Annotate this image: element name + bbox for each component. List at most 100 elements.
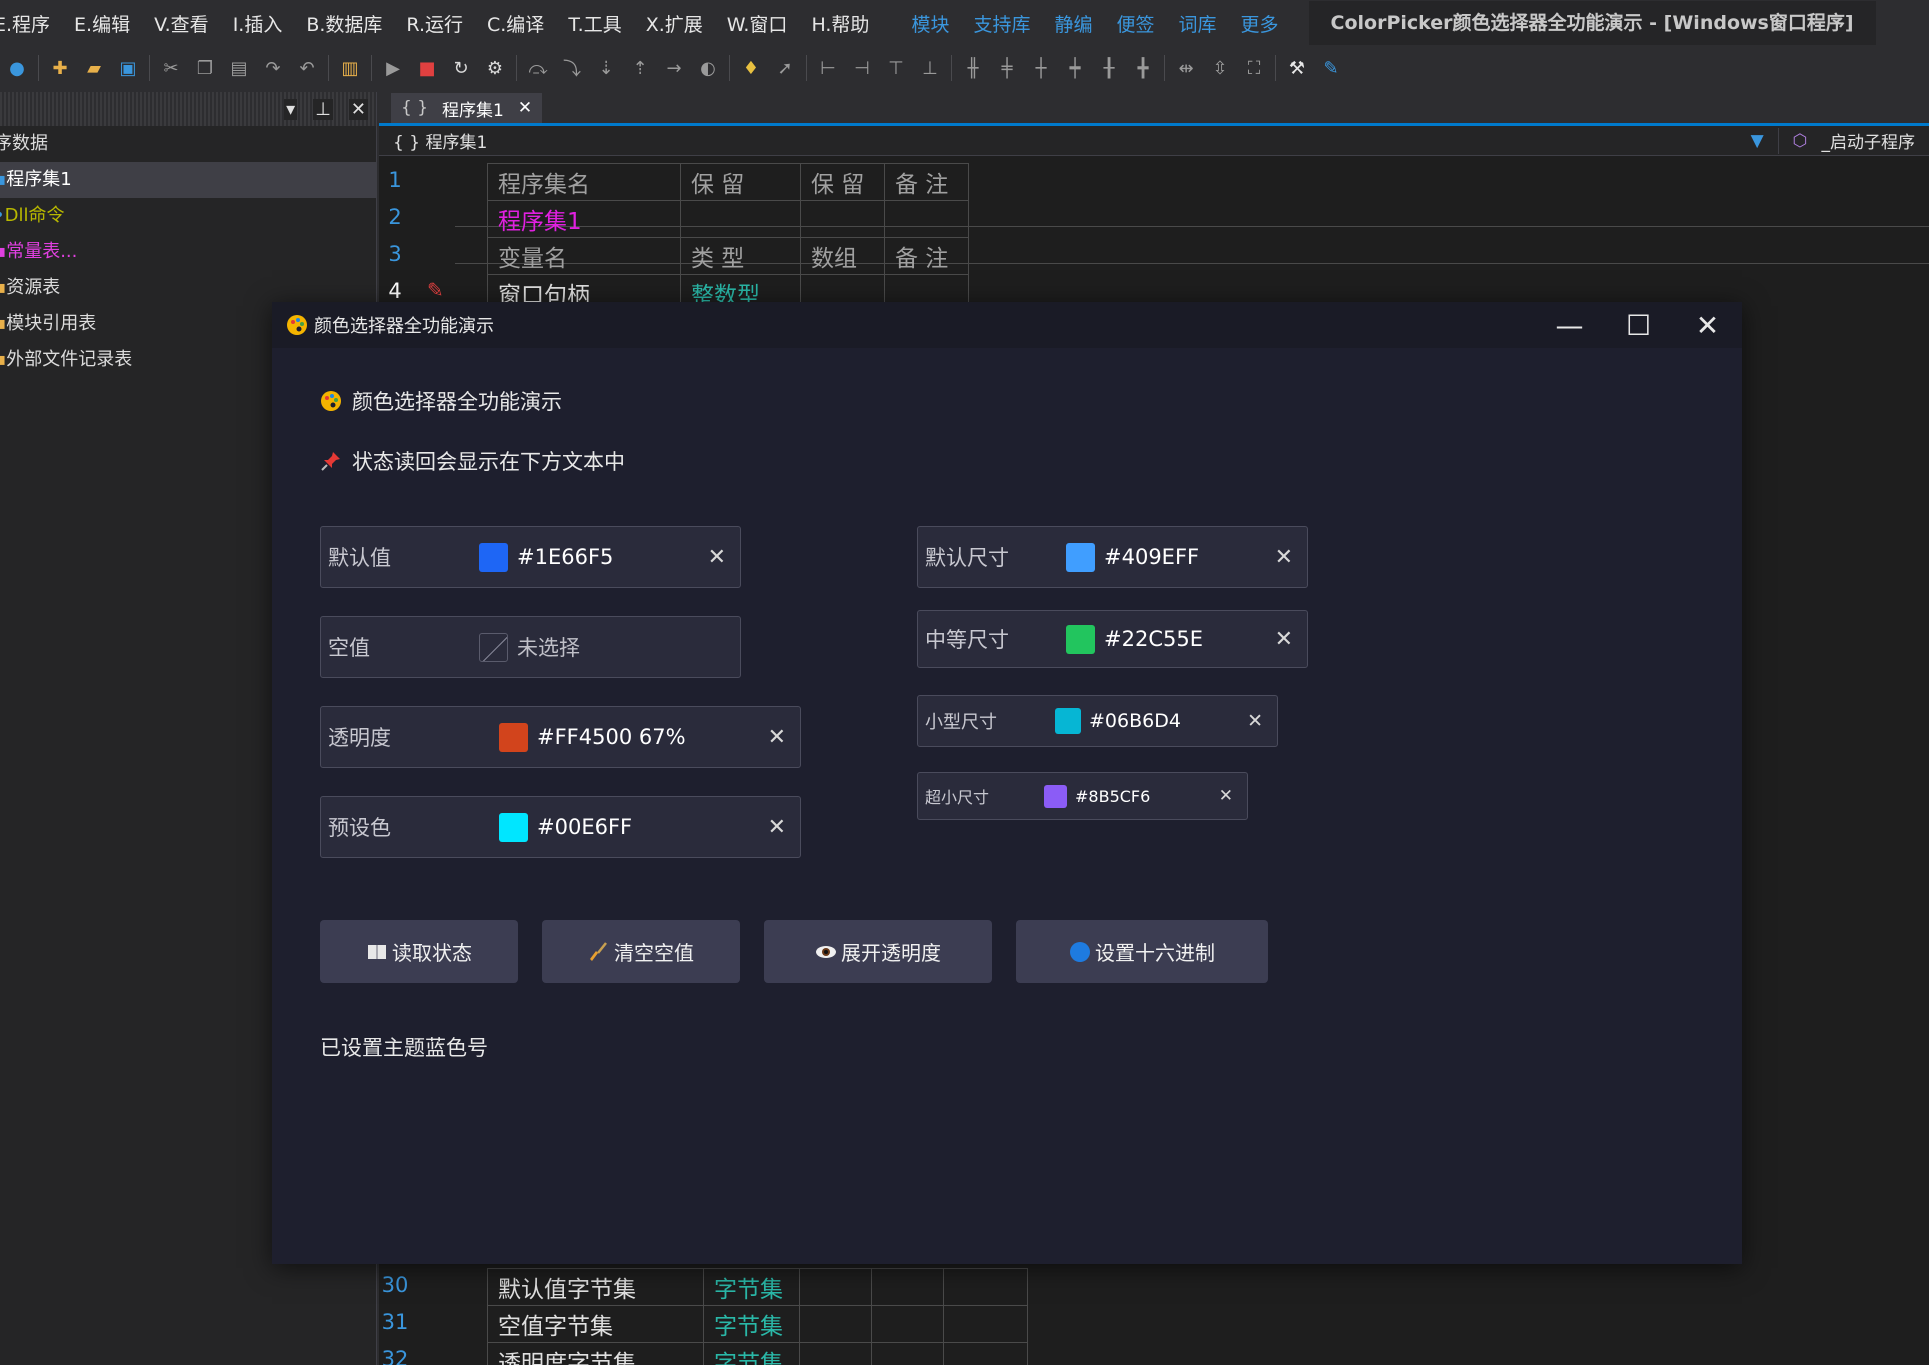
tree-item-constants[interactable]: ▪常量表... bbox=[0, 234, 376, 270]
empty-swatch-icon[interactable] bbox=[479, 632, 508, 662]
run-to-cursor-icon[interactable]: → bbox=[657, 51, 691, 85]
stop-icon[interactable]: ■ bbox=[410, 51, 444, 85]
menu-run[interactable]: R.运行 bbox=[394, 10, 475, 37]
color-swatch[interactable] bbox=[499, 812, 528, 842]
panel-close-icon[interactable]: ✕ bbox=[348, 98, 368, 120]
table-cell[interactable]: 字节集 bbox=[703, 1305, 800, 1343]
open-folder-icon[interactable]: ▰ bbox=[77, 51, 111, 85]
table-cell[interactable] bbox=[943, 1342, 1028, 1365]
color-swatch[interactable] bbox=[1066, 542, 1095, 572]
tree-item-dll-commands[interactable]: •Dll命令 bbox=[0, 198, 376, 234]
clear-icon[interactable]: ✕ bbox=[1247, 710, 1263, 732]
table-cell[interactable] bbox=[871, 1305, 944, 1343]
table-cell[interactable] bbox=[871, 1342, 944, 1365]
distribute-h-icon[interactable]: ╂ bbox=[1092, 51, 1126, 85]
brush-icon[interactable]: ✎ bbox=[1314, 51, 1348, 85]
align-center-h-icon[interactable]: ╪ bbox=[990, 51, 1024, 85]
color-swatch[interactable] bbox=[1066, 624, 1095, 654]
menu-window[interactable]: W.窗口 bbox=[715, 10, 800, 37]
clear-icon[interactable]: ✕ bbox=[1275, 545, 1293, 570]
run-icon[interactable]: ▶ bbox=[376, 51, 410, 85]
table-cell[interactable]: 备 注 bbox=[884, 163, 969, 201]
link-more[interactable]: 更多 bbox=[1229, 10, 1291, 37]
color-picker-size-small[interactable]: 小型尺寸 #06B6D4 ✕ bbox=[917, 695, 1278, 747]
dropdown-arrow-icon[interactable]: ▼ bbox=[1751, 131, 1764, 151]
color-picker-empty[interactable]: 空值 未选择 bbox=[320, 616, 741, 678]
link-support-libs[interactable]: 支持库 bbox=[961, 10, 1042, 37]
table-cell[interactable]: 保 留 bbox=[800, 163, 885, 201]
align-bottom-icon[interactable]: ⊥ bbox=[913, 51, 947, 85]
menu-extensions[interactable]: X.扩展 bbox=[634, 10, 715, 37]
table-cell[interactable]: 程序集名 bbox=[487, 163, 681, 201]
step-out-icon[interactable]: ⇡ bbox=[623, 51, 657, 85]
clear-icon[interactable]: ✕ bbox=[768, 815, 786, 840]
color-swatch[interactable] bbox=[1044, 784, 1067, 808]
align-top-icon[interactable]: ⊤ bbox=[879, 51, 913, 85]
distribute-v-icon[interactable]: ╋ bbox=[1126, 51, 1160, 85]
table-cell[interactable] bbox=[800, 200, 885, 238]
tab-close-icon[interactable]: ✕ bbox=[518, 98, 532, 118]
maximize-icon[interactable]: ☐ bbox=[1604, 302, 1673, 348]
redo-icon[interactable]: ↷ bbox=[256, 51, 290, 85]
color-picker-size-mini[interactable]: 超小尺寸 #8B5CF6 ✕ bbox=[917, 772, 1248, 820]
table-cell[interactable]: 默认值字节集 bbox=[487, 1268, 704, 1306]
table-cell[interactable]: 空值字节集 bbox=[487, 1305, 704, 1343]
read-state-button[interactable]: 读取状态 bbox=[320, 920, 518, 983]
table-cell[interactable]: 字节集 bbox=[703, 1342, 800, 1365]
back-icon[interactable]: ● bbox=[0, 51, 34, 85]
step-down-icon[interactable]: ⇣ bbox=[589, 51, 623, 85]
table-cell[interactable]: 备 注 bbox=[884, 237, 969, 275]
new-file-icon[interactable]: ✚ bbox=[43, 51, 77, 85]
table-cell[interactable]: 类 型 bbox=[680, 237, 801, 275]
breakpoint-icon[interactable]: ◐ bbox=[691, 51, 725, 85]
undo-icon[interactable]: ↶ bbox=[290, 51, 324, 85]
paste-icon[interactable]: ▤ bbox=[222, 51, 256, 85]
tree-item-resources[interactable]: ▪资源表 bbox=[0, 270, 376, 306]
menu-view[interactable]: V.查看 bbox=[142, 10, 221, 37]
clear-icon[interactable]: ✕ bbox=[1219, 786, 1233, 806]
clear-icon[interactable]: ✕ bbox=[1275, 627, 1293, 652]
table-cell[interactable]: 数组 bbox=[800, 237, 885, 275]
menu-database[interactable]: B.数据库 bbox=[294, 10, 394, 37]
fit-size-icon[interactable]: ⛶ bbox=[1237, 51, 1271, 85]
compile-icon[interactable]: ⚙ bbox=[478, 51, 512, 85]
color-swatch[interactable] bbox=[1055, 708, 1081, 734]
color-swatch[interactable] bbox=[479, 542, 508, 572]
close-icon[interactable]: ✕ bbox=[1673, 302, 1742, 348]
link-notes[interactable]: 便签 bbox=[1104, 10, 1166, 37]
same-width-icon[interactable]: ┼ bbox=[1024, 51, 1058, 85]
table-cell[interactable] bbox=[680, 200, 801, 238]
table-cell[interactable]: 程序集1 bbox=[487, 200, 681, 238]
menu-program[interactable]: E.程序 bbox=[0, 10, 62, 37]
dialog-titlebar[interactable]: 颜色选择器全功能演示 — ☐ ✕ bbox=[272, 302, 1742, 348]
table-cell[interactable]: 字节集 bbox=[703, 1268, 800, 1306]
table-cell[interactable] bbox=[799, 1268, 872, 1306]
table-cell[interactable]: 透明度字节集 bbox=[487, 1342, 704, 1365]
nav-member-selector[interactable]: ▼ ⬡ _启动子程序 bbox=[1751, 127, 1915, 154]
table-cell[interactable] bbox=[943, 1305, 1028, 1343]
nav-scope[interactable]: { } 程序集1 bbox=[393, 128, 487, 153]
table-cell[interactable] bbox=[943, 1268, 1028, 1306]
link-lexicon[interactable]: 词库 bbox=[1167, 10, 1229, 37]
expand-alpha-button[interactable]: 展开透明度 bbox=[764, 920, 992, 983]
pointer-icon[interactable]: ➚ bbox=[768, 51, 802, 85]
save-icon[interactable]: ▣ bbox=[111, 51, 145, 85]
find-icon[interactable]: ▥ bbox=[333, 51, 367, 85]
clear-icon[interactable]: ✕ bbox=[768, 725, 786, 750]
lightbulb-icon[interactable]: ♦ bbox=[734, 51, 768, 85]
tools-icon[interactable]: ⚒ bbox=[1280, 51, 1314, 85]
copy-icon[interactable]: ❐ bbox=[188, 51, 222, 85]
clear-empty-button[interactable]: 清空空值 bbox=[542, 920, 740, 983]
cut-icon[interactable]: ✂ bbox=[154, 51, 188, 85]
menu-help[interactable]: H.帮助 bbox=[799, 10, 881, 37]
minimize-icon[interactable]: — bbox=[1535, 302, 1604, 348]
step-into-icon[interactable]: ⤵ bbox=[555, 51, 589, 85]
space-v-icon[interactable]: ⇳ bbox=[1203, 51, 1237, 85]
table-cell[interactable]: 变量名 bbox=[487, 237, 681, 275]
menu-compile[interactable]: C.编译 bbox=[475, 10, 556, 37]
color-swatch[interactable] bbox=[499, 722, 528, 752]
menu-edit[interactable]: E.编辑 bbox=[62, 10, 142, 37]
menu-insert[interactable]: I.插入 bbox=[221, 10, 295, 37]
align-right-icon[interactable]: ⊣ bbox=[845, 51, 879, 85]
color-picker-size-medium[interactable]: 中等尺寸 #22C55E ✕ bbox=[917, 610, 1308, 668]
